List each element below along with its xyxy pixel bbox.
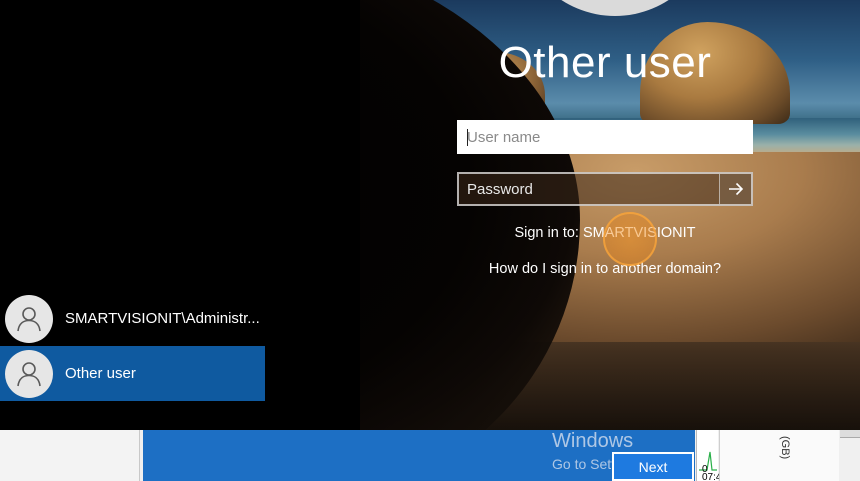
username-field[interactable] bbox=[457, 120, 753, 154]
text-cursor bbox=[467, 129, 468, 146]
click-indicator bbox=[603, 212, 657, 266]
submit-button[interactable] bbox=[719, 174, 751, 204]
user-tile-label: SMARTVISIONIT\Administr... bbox=[65, 310, 260, 327]
user-tile-other-user[interactable]: Other user bbox=[0, 346, 265, 401]
activation-watermark-title: Windows bbox=[552, 430, 634, 452]
left-pane bbox=[0, 430, 140, 481]
password-input[interactable] bbox=[459, 174, 721, 204]
large-user-avatar bbox=[517, 0, 713, 16]
username-input[interactable] bbox=[459, 122, 751, 152]
unit-label: (GB) bbox=[779, 436, 791, 460]
activation-watermark-text: Go to Setti bbox=[552, 456, 619, 472]
user-tile-label: Other user bbox=[65, 365, 136, 382]
user-tile-administrator[interactable]: SMARTVISIONIT\Administr... bbox=[0, 291, 265, 346]
next-button[interactable]: Next bbox=[612, 452, 694, 481]
arrow-right-icon bbox=[728, 182, 743, 196]
user-avatar-icon bbox=[5, 294, 53, 343]
background-desktop-strip: Windows Go to Setti Next 0 07:43 (GB) bbox=[0, 430, 860, 481]
page-title: Other user bbox=[498, 38, 712, 87]
other-domain-link[interactable]: How do I sign in to another domain? bbox=[440, 261, 770, 277]
window-edge bbox=[840, 430, 860, 438]
password-field[interactable] bbox=[457, 172, 753, 206]
user-avatar-icon bbox=[5, 349, 53, 398]
lock-screen: Other user Sign in to: SMARTVISIONIT How… bbox=[0, 0, 860, 430]
